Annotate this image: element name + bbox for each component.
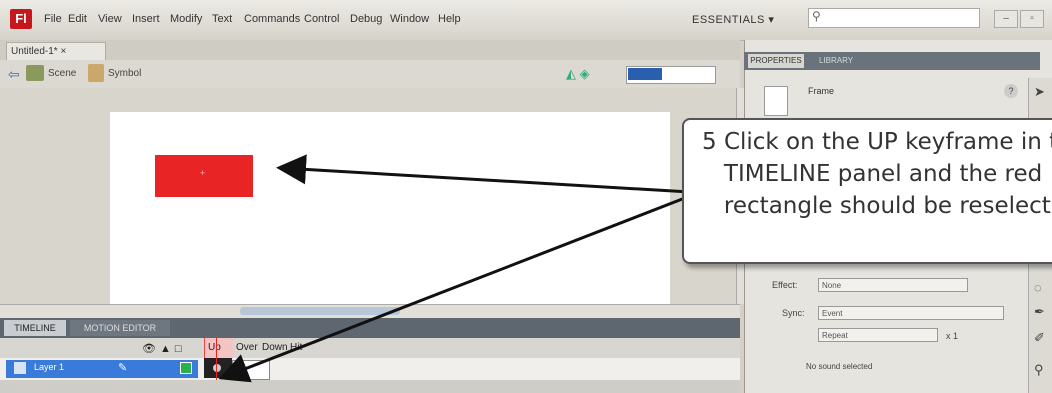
arrow-to-rectangle xyxy=(276,154,691,194)
instruction-text: 5 Click on the UP keyframe in the TIMELI… xyxy=(702,129,1052,219)
arrow-to-keyframe xyxy=(218,194,691,383)
instruction-callout: 5 Click on the UP keyframe in the TIMELI… xyxy=(682,118,1052,264)
